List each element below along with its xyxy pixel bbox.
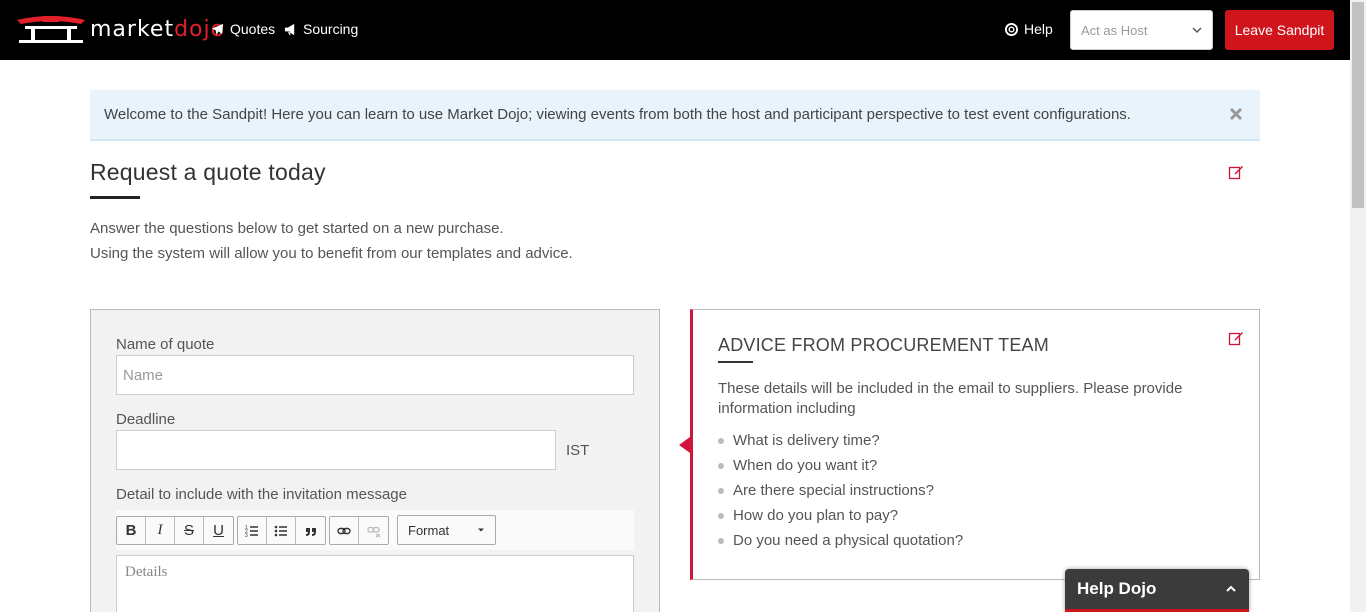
plane-icon <box>211 23 224 35</box>
welcome-banner-text: Welcome to the Sandpit! Here you can lea… <box>104 106 1131 123</box>
bullet-list-icon <box>274 525 287 536</box>
welcome-banner: Welcome to the Sandpit! Here you can lea… <box>90 90 1260 141</box>
detail-label: Detail to include with the invitation me… <box>116 486 407 503</box>
format-dropdown[interactable]: Format <box>397 515 496 545</box>
advice-list-item: What is delivery time? <box>718 428 963 453</box>
toolbar-group-links <box>329 516 389 545</box>
page-scrollbar-thumb[interactable] <box>1352 2 1364 208</box>
bullet-dot-icon <box>718 512 724 519</box>
advice-arrow <box>679 437 690 453</box>
advice-list-item: Do you need a physical quotation? <box>718 528 963 553</box>
bullet-list-button[interactable] <box>267 517 296 544</box>
deadline-label: Deadline <box>116 411 176 428</box>
link-icon <box>337 527 351 534</box>
nav-sourcing-label: Sourcing <box>303 21 359 37</box>
advice-title-underline <box>718 361 753 363</box>
page-title: Request a quote today <box>90 159 326 185</box>
chevron-up-icon <box>1226 585 1236 592</box>
nav-help-label: Help <box>1024 21 1053 37</box>
advice-list: What is delivery time? When do you want … <box>718 428 963 553</box>
act-as-select-value: Act as Host <box>1081 22 1148 38</box>
advice-list-item: How do you plan to pay? <box>718 503 963 528</box>
toolbar-group-lists: 123 <box>237 516 326 545</box>
name-of-quote-placeholder: Name <box>123 366 164 384</box>
advice-title: ADVICE FROM PROCUREMENT TEAM <box>718 335 1049 355</box>
advice-item-text: How do you plan to pay? <box>733 507 899 524</box>
name-of-quote-input[interactable]: Name <box>116 355 634 395</box>
logo-text-market: market <box>90 17 175 42</box>
bullet-dot-icon <box>718 437 724 444</box>
unlink-icon <box>366 526 380 537</box>
name-of-quote-label: Name of quote <box>116 336 215 353</box>
market-dojo-logo-icon[interactable] <box>15 14 87 46</box>
advice-list-item: Are there special instructions? <box>718 478 963 503</box>
bullet-dot-icon <box>718 537 724 544</box>
link-button[interactable] <box>330 517 359 544</box>
unlink-button[interactable] <box>359 517 388 544</box>
lifebuoy-icon <box>1005 22 1018 36</box>
nav-quotes[interactable]: Quotes <box>211 21 275 37</box>
numbered-list-button[interactable]: 123 <box>238 517 267 544</box>
help-dojo-label: Help Dojo <box>1077 579 1157 598</box>
nav-sourcing[interactable]: Sourcing <box>284 21 358 37</box>
format-dropdown-label: Format <box>408 522 450 538</box>
advice-edit-icon[interactable] <box>1228 330 1244 346</box>
nav-quotes-label: Quotes <box>230 21 276 37</box>
italic-button[interactable]: I <box>146 517 175 544</box>
bullet-dot-icon <box>718 487 724 494</box>
bullhorn-icon <box>284 23 295 35</box>
advice-text: These details will be included in the em… <box>718 380 1183 417</box>
leave-sandpit-button[interactable]: Leave Sandpit <box>1225 10 1334 50</box>
svg-text:3: 3 <box>245 533 248 538</box>
quote-icon <box>305 527 316 536</box>
advice-item-text: Do you need a physical quotation? <box>733 532 964 549</box>
bold-button[interactable]: B <box>117 517 146 544</box>
details-editor[interactable]: Details <box>116 555 634 612</box>
advice-item-text: What is delivery time? <box>733 432 880 449</box>
act-as-select[interactable]: Act as Host <box>1070 10 1213 50</box>
blockquote-button[interactable] <box>296 517 325 544</box>
bullet-dot-icon <box>718 462 724 469</box>
deadline-input[interactable] <box>116 430 556 470</box>
strikethrough-button[interactable]: S <box>175 517 204 544</box>
caret-down-icon <box>478 528 484 532</box>
logo-wordmark[interactable]: marketdojo <box>90 17 225 42</box>
edit-icon[interactable] <box>1228 164 1244 180</box>
nav-help[interactable]: Help <box>1005 21 1053 37</box>
numbered-list-icon: 123 <box>245 525 258 538</box>
close-icon[interactable] <box>1228 106 1244 122</box>
details-placeholder: Details <box>125 564 168 580</box>
advice-list-item: When do you want it? <box>718 453 963 478</box>
underline-button[interactable]: U <box>204 517 233 544</box>
chevron-down-icon <box>1192 27 1202 34</box>
timezone-label: IST <box>566 442 590 459</box>
toolbar-group-style: B I S U <box>116 516 234 545</box>
title-underline <box>90 196 140 199</box>
advice-item-text: Are there special instructions? <box>733 482 934 499</box>
advice-item-text: When do you want it? <box>733 457 878 474</box>
intro-line-1: Answer the questions below to get starte… <box>90 220 504 237</box>
intro-line-2: Using the system will allow you to benef… <box>90 245 573 262</box>
help-dojo-widget[interactable]: Help Dojo <box>1065 569 1249 612</box>
